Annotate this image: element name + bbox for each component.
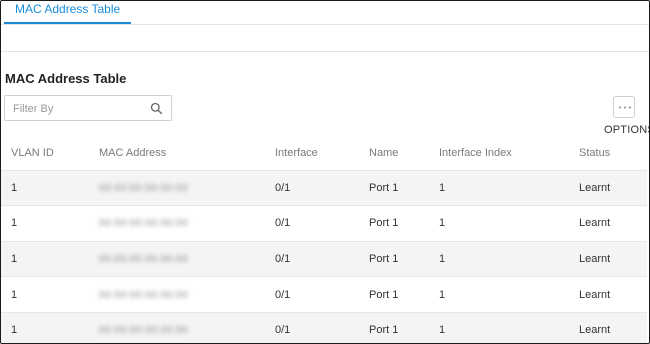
cell-status: Learnt: [579, 205, 647, 242]
cell-vlan-id: 1: [1, 205, 99, 242]
cell-mac-address: 00:00:00:00:00:00: [99, 169, 275, 206]
table-row[interactable]: 1 00:00:00:00:00:00 0/1 Port 1 1 Learnt: [1, 240, 647, 277]
cell-vlan-id: 1: [1, 311, 99, 343]
cell-status: Learnt: [579, 240, 647, 277]
mac-address-value: 00:00:00:00:00:00: [99, 325, 189, 337]
mac-address-value: 00:00:00:00:00:00: [99, 289, 189, 301]
table-row[interactable]: 1 00:00:00:00:00:00 0/1 Port 1 1 Learnt: [1, 205, 647, 242]
cell-interface-index: 1: [439, 240, 579, 277]
tab-mac-address-table[interactable]: MAC Address Table: [4, 1, 132, 24]
cell-status: Learnt: [579, 276, 647, 313]
cell-interface-index: 1: [439, 311, 579, 343]
page-title: MAC Address Table: [5, 71, 127, 86]
mac-address-value: 00:00:00:00:00:00: [99, 218, 189, 230]
cell-interface: 0/1: [275, 205, 369, 242]
table-row[interactable]: 1 00:00:00:00:00:00 0/1 Port 1 1 Learnt: [1, 311, 647, 343]
table-row[interactable]: 1 00:00:00:00:00:00 0/1 Port 1 1 Learnt: [1, 276, 647, 313]
column-header-name[interactable]: Name: [369, 137, 439, 170]
table-row[interactable]: 1 00:00:00:00:00:00 0/1 Port 1 1 Learnt: [1, 169, 647, 206]
cell-interface-index: 1: [439, 169, 579, 206]
cell-name: Port 1: [369, 205, 439, 242]
table-header-row: VLAN ID MAC Address Interface Name Inter…: [1, 137, 647, 170]
cell-interface-index: 1: [439, 276, 579, 313]
cell-status: Learnt: [579, 169, 647, 206]
column-header-mac-address[interactable]: MAC Address: [99, 137, 275, 170]
filter-field[interactable]: [4, 95, 172, 121]
cell-name: Port 1: [369, 240, 439, 277]
cell-status: Learnt: [579, 311, 647, 343]
column-header-status[interactable]: Status: [579, 137, 647, 170]
mac-address-value: 00:00:00:00:00:00: [99, 253, 189, 265]
options-button[interactable]: [613, 96, 635, 118]
column-header-interface[interactable]: Interface: [275, 137, 369, 170]
cell-mac-address: 00:00:00:00:00:00: [99, 240, 275, 277]
cell-vlan-id: 1: [1, 276, 99, 313]
mac-address-table: VLAN ID MAC Address Interface Name Inter…: [1, 137, 647, 343]
options-label[interactable]: OPTIONS: [604, 124, 649, 136]
cell-name: Port 1: [369, 276, 439, 313]
cell-mac-address: 00:00:00:00:00:00: [99, 205, 275, 242]
tab-bar: MAC Address Table: [1, 1, 649, 25]
search-icon[interactable]: [150, 102, 163, 115]
mac-address-value: 00:00:00:00:00:00: [99, 182, 189, 194]
cell-interface-index: 1: [439, 205, 579, 242]
section-divider: [1, 51, 649, 52]
cell-interface: 0/1: [275, 276, 369, 313]
more-dots-icon: [618, 106, 632, 109]
cell-name: Port 1: [369, 311, 439, 343]
cell-interface: 0/1: [275, 240, 369, 277]
cell-vlan-id: 1: [1, 169, 99, 206]
cell-mac-address: 00:00:00:00:00:00: [99, 311, 275, 343]
cell-vlan-id: 1: [1, 240, 99, 277]
column-header-interface-index[interactable]: Interface Index: [439, 137, 579, 170]
cell-interface: 0/1: [275, 311, 369, 343]
cell-name: Port 1: [369, 169, 439, 206]
column-header-vlan-id[interactable]: VLAN ID: [1, 137, 99, 170]
cell-interface: 0/1: [275, 169, 369, 206]
filter-input[interactable]: [13, 101, 148, 117]
cell-mac-address: 00:00:00:00:00:00: [99, 276, 275, 313]
window-frame: MAC Address Table MAC Address Table OPTI…: [0, 0, 650, 344]
